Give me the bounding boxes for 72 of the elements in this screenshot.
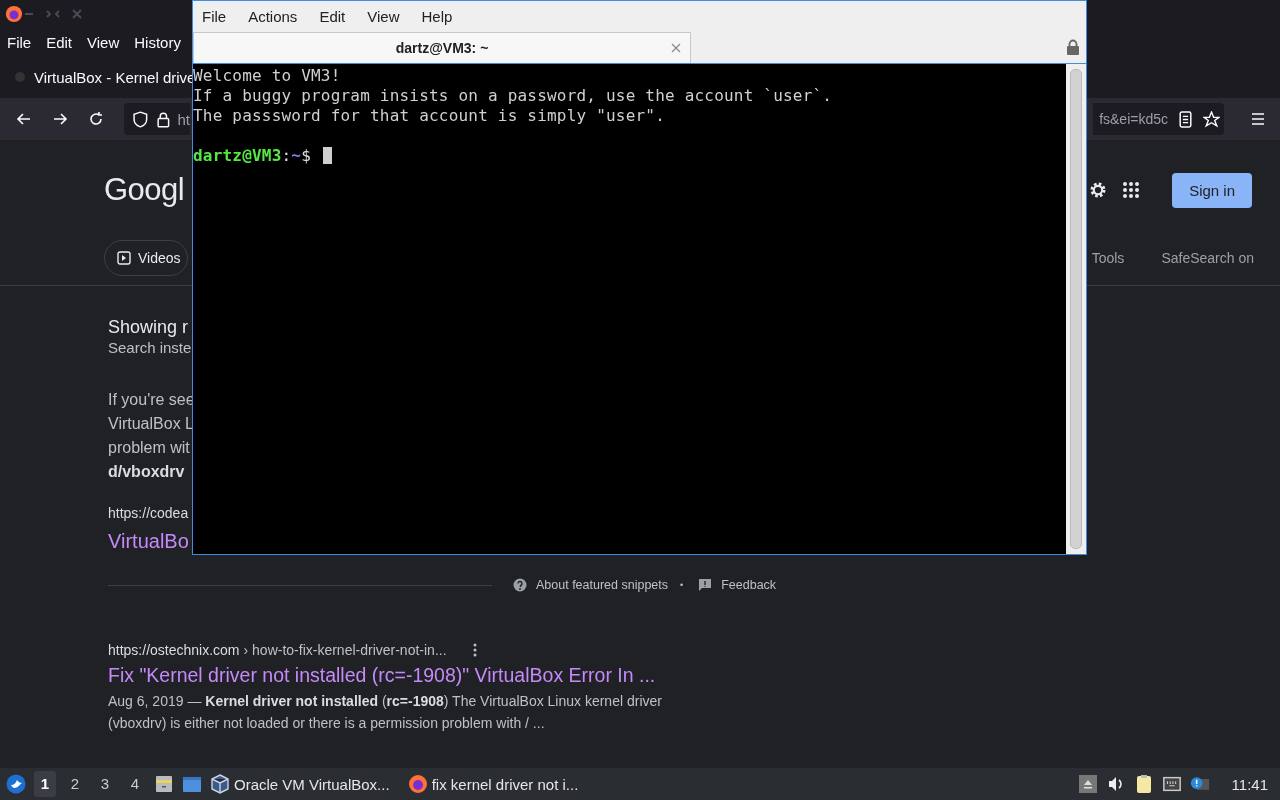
heading-text: Showing r xyxy=(108,316,190,338)
menu-item[interactable]: View xyxy=(87,33,120,51)
terminal-tab[interactable]: dartz@VM3: ~ xyxy=(193,32,691,63)
terminal-text: If a buggy program insists on a password, use the account `user`. xyxy=(193,86,834,106)
forward-icon[interactable] xyxy=(52,111,68,127)
feedback-link[interactable]: Feedback xyxy=(721,578,777,592)
result-path: › how-to-fix-kernel-driver-not-in... xyxy=(243,641,447,660)
prompt-path: ~ xyxy=(291,146,302,165)
cube-icon xyxy=(210,774,230,794)
menu-icon[interactable] xyxy=(1250,111,1266,127)
snippet-text: VirtualBox L xyxy=(108,414,195,434)
address-bar[interactable]: fs&ei=kd5c xyxy=(1093,103,1224,135)
subheading-text: Search inste xyxy=(108,338,193,358)
menu-item[interactable]: File xyxy=(202,7,227,25)
sign-in-button[interactable]: Sign in xyxy=(1172,172,1252,208)
tab-title: dartz@VM3: ~ xyxy=(395,40,489,56)
snippet-text: problem wit xyxy=(108,438,191,458)
reload-icon[interactable] xyxy=(88,111,104,127)
result-snippet: Aug 6, 2019 — Kernel driver not installed (rc=-1908) The VirtualBox Linux kernel driver (vboxdrv) is either not loaded or there is a permission problem with / ... xyxy=(108,692,663,733)
feedback-icon[interactable] xyxy=(698,578,713,592)
logo[interactable]: Googl xyxy=(104,172,185,208)
tab-favicon-icon xyxy=(14,71,26,83)
terminal-text: Welcome to VM3! xyxy=(193,66,342,86)
play-icon xyxy=(117,251,131,265)
result-url: https://codea xyxy=(108,504,189,523)
terminal-text: The passsword for that account is simply "user". xyxy=(193,106,666,126)
lock-icon[interactable] xyxy=(154,110,172,128)
menu-item[interactable]: Edit xyxy=(319,7,346,25)
workspace-button[interactable]: 3 xyxy=(94,771,116,797)
url-text: fs&ei=kd5c xyxy=(1099,111,1168,127)
result-link[interactable]: Fix "Kernel driver not installed (rc=-1908)" VirtualBox Error In ... xyxy=(108,660,656,690)
browser-logo-icon xyxy=(407,774,428,794)
back-icon[interactable] xyxy=(16,111,32,127)
network-icon[interactable] xyxy=(1161,774,1182,794)
reader-view-icon[interactable] xyxy=(1177,110,1194,128)
url-text: ht xyxy=(177,110,190,128)
workspace-button[interactable]: 2 xyxy=(64,771,86,797)
taskbar-button[interactable]: Oracle VM VirtualBox... xyxy=(210,774,390,794)
more-options-icon[interactable] xyxy=(472,643,477,657)
apps-grid-icon[interactable] xyxy=(1122,181,1141,199)
workspace-button[interactable]: 1 xyxy=(34,771,56,797)
snippet-text: d/vboxdrv xyxy=(108,462,186,482)
start-menu-icon[interactable] xyxy=(6,774,26,794)
text-cursor xyxy=(322,147,332,164)
star-icon[interactable] xyxy=(1203,110,1220,128)
address-bar[interactable]: ht xyxy=(124,103,190,135)
workspace-button[interactable]: 4 xyxy=(124,771,146,797)
separator-dot: • xyxy=(680,580,684,590)
result-link[interactable]: VirtualBo xyxy=(108,527,189,555)
help-icon[interactable] xyxy=(513,578,527,592)
menu-item[interactable]: Help xyxy=(421,7,453,25)
tools-link[interactable]: Tools xyxy=(1091,250,1125,266)
shield-icon[interactable] xyxy=(132,110,149,128)
result-url: https://ostechnix.com xyxy=(108,641,240,660)
eject-icon[interactable] xyxy=(1077,774,1098,794)
window-icon[interactable] xyxy=(182,774,202,794)
about-snippets-link[interactable]: About featured snippets xyxy=(536,578,669,592)
scrollbar[interactable] xyxy=(1070,69,1082,549)
prompt-separator: : xyxy=(281,146,292,165)
browser-logo-icon xyxy=(5,5,23,23)
close-icon[interactable] xyxy=(671,43,681,53)
menu-item[interactable]: Actions xyxy=(248,7,298,25)
menu-item[interactable]: History xyxy=(134,33,181,51)
taskbar-button[interactable]: fix kernel driver not i... xyxy=(407,774,579,794)
prompt-user: dartz@VM3 xyxy=(193,146,282,165)
file-cabinet-icon[interactable] xyxy=(154,774,174,794)
safesearch-link[interactable]: SafeSearch on xyxy=(1161,250,1254,266)
clock: 11:41 xyxy=(1231,775,1268,793)
menu-item[interactable]: File xyxy=(7,33,32,51)
menu-item[interactable]: Edit xyxy=(46,33,73,51)
prompt-symbol: $ xyxy=(301,146,312,165)
menu-item[interactable]: View xyxy=(367,7,400,25)
